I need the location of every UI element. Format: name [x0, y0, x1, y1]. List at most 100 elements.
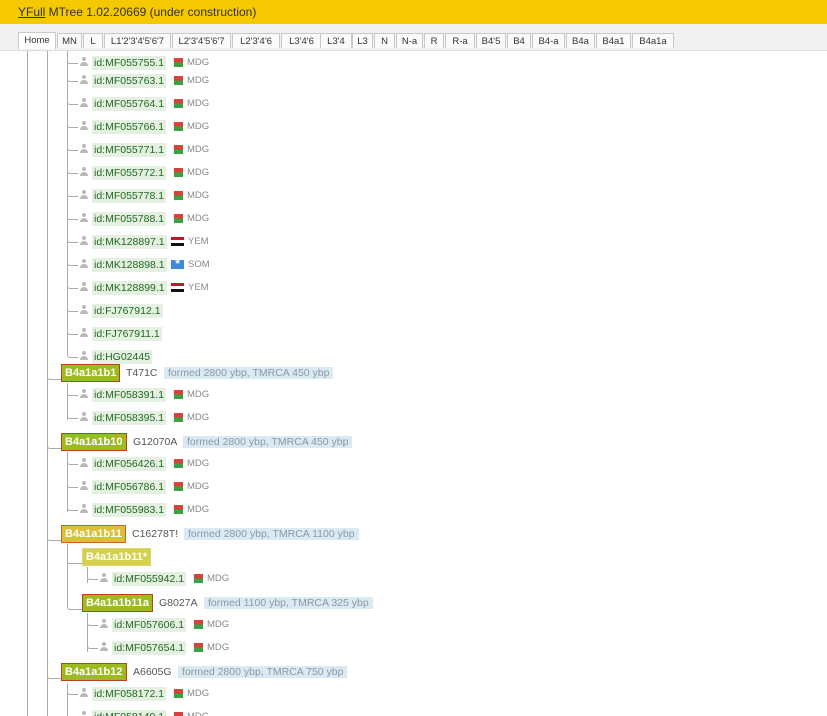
sample-id-link[interactable]: id:MF055942.1	[112, 572, 187, 586]
sample-id-link[interactable]: id:MK128899.1	[92, 281, 167, 295]
person-icon	[79, 711, 89, 716]
sample-id-link[interactable]: id:FJ767912.1	[92, 304, 163, 318]
tab-l[interactable]: L	[83, 33, 103, 48]
yfull-home-link[interactable]: YFull	[18, 5, 45, 19]
tab-r[interactable]: R	[424, 33, 444, 48]
haplogroup-label[interactable]: B4a1a1b11*	[82, 548, 152, 566]
page-title: YFull MTree 1.02.20669 (under constructi…	[18, 5, 256, 19]
sample-id-link[interactable]: id:MF055778.1	[92, 189, 167, 203]
country-code: MDG	[187, 412, 210, 423]
tab-n-a[interactable]: N-a	[396, 33, 423, 48]
tree-elbow	[67, 600, 82, 610]
sample-id-link[interactable]: id:MF055766.1	[92, 120, 167, 134]
sample-id-link[interactable]: id:MF055983.1	[92, 503, 167, 517]
flag-mdg-icon	[190, 574, 203, 583]
sample-id-link[interactable]: id:FJ767911.1	[92, 327, 162, 341]
person-icon	[79, 121, 89, 132]
sample-id-link[interactable]: id:MF055788.1	[92, 212, 167, 226]
sample-id-link[interactable]: id:MF056426.1	[92, 457, 167, 471]
country-code: MDG	[187, 688, 210, 699]
person-icon	[79, 57, 89, 68]
sample-id-link[interactable]: id:MF058395.1	[92, 411, 167, 425]
flag-mdg-icon	[190, 643, 203, 652]
tree-elbow	[87, 639, 98, 649]
tree-elbow	[87, 570, 98, 580]
tab-home[interactable]: Home	[18, 32, 56, 49]
country-code: MDG	[187, 504, 210, 515]
flag-mdg-icon	[190, 620, 203, 629]
person-icon	[99, 642, 109, 653]
country-code: MDG	[187, 57, 210, 68]
tab-mn[interactable]: MN	[57, 33, 82, 48]
sample-id-link[interactable]: id:MF058172.1	[92, 687, 167, 701]
sample-id-link[interactable]: id:MF057654.1	[112, 641, 187, 655]
tree-elbow	[67, 210, 78, 220]
haplogroup-label[interactable]: B4a1a1b11a	[82, 594, 153, 612]
sample-id-link[interactable]: id:MF058149.1	[92, 710, 167, 716]
sample-id-link[interactable]: id:HG02445	[92, 350, 153, 364]
sample-id-link[interactable]: id:MK128898.1	[92, 258, 167, 272]
snp-marker: G8027A	[159, 597, 198, 609]
tree-elbow	[47, 531, 62, 541]
tree-elbow	[67, 455, 78, 465]
person-icon	[79, 259, 89, 270]
person-icon	[79, 328, 89, 339]
flag-mdg-icon	[170, 689, 183, 698]
sample-id-link[interactable]: id:MF055771.1	[92, 143, 167, 157]
tree-elbow	[67, 141, 78, 151]
haplogroup-label[interactable]: B4a1a1b11	[61, 525, 126, 543]
sample-id-link[interactable]: id:MF055763.1	[92, 74, 167, 88]
person-icon	[79, 305, 89, 316]
sample-id-link[interactable]: id:MF055764.1	[92, 97, 167, 111]
tab-b4-5[interactable]: B4'5	[476, 33, 506, 48]
tab-r-a[interactable]: R-a	[445, 33, 475, 48]
country-code: MDG	[207, 619, 230, 630]
tab-b4a[interactable]: B4a	[566, 33, 595, 48]
flag-mdg-icon	[170, 482, 183, 491]
tab-l2-3-4-5-6-7[interactable]: L2'3'4'5'6'7	[172, 33, 231, 48]
haplogroup-label[interactable]: B4a1a1b10	[61, 433, 127, 451]
sample-id-link[interactable]: id:MF056786.1	[92, 480, 167, 494]
tab-b4-a[interactable]: B4-a	[532, 33, 565, 48]
country-code: YEM	[188, 282, 209, 293]
flag-som-icon	[171, 260, 184, 269]
country-code: MDG	[187, 121, 210, 132]
person-icon	[79, 213, 89, 224]
tree-elbow	[67, 233, 78, 243]
sample-id-link[interactable]: id:MF055772.1	[92, 166, 167, 180]
tab-l3[interactable]: L3	[352, 33, 373, 48]
tab-l3-4[interactable]: L3'4	[320, 33, 352, 48]
sample-id-link[interactable]: id:MF058391.1	[92, 388, 167, 402]
haplogroup-label[interactable]: B4a1a1b1	[61, 364, 121, 382]
flag-mdg-icon	[170, 712, 183, 716]
age-estimate-badge: formed 1100 ybp, TMRCA 325 ybp	[204, 597, 373, 609]
age-estimate-badge: formed 2800 ybp, TMRCA 750 ybp	[178, 666, 348, 678]
tab-b4a1a[interactable]: B4a1a	[632, 33, 674, 48]
flag-mdg-icon	[170, 58, 183, 67]
country-code: MDG	[187, 144, 210, 155]
person-icon	[79, 190, 89, 201]
tree-elbow	[67, 118, 78, 128]
sample-id-link[interactable]: id:MF057606.1	[112, 618, 187, 632]
tree-elbow	[67, 386, 78, 396]
haplogroup-label[interactable]: B4a1a1b12	[61, 663, 127, 681]
flag-yem-icon	[171, 283, 184, 292]
tab-l1-2-3-4-5-6-7[interactable]: L1'2'3'4'5'6'7	[104, 33, 171, 48]
country-code: MDG	[207, 642, 230, 653]
tree-elbow	[67, 685, 78, 695]
tree-elbow	[67, 478, 78, 488]
person-icon	[79, 144, 89, 155]
sample-id-link[interactable]: id:MF055755.1	[92, 56, 167, 70]
tab-n[interactable]: N	[374, 33, 395, 48]
tab-l3-4-6[interactable]: L3'4'6	[281, 33, 322, 48]
tab-b4a1[interactable]: B4a1	[596, 33, 631, 48]
person-icon	[79, 389, 89, 400]
tree-elbow	[47, 370, 62, 380]
tab-l2-3-4-6[interactable]: L2'3'4'6	[232, 33, 280, 48]
flag-mdg-icon	[170, 505, 183, 514]
age-estimate-badge: formed 2800 ybp, TMRCA 450 ybp	[164, 367, 334, 379]
tab-b4[interactable]: B4	[507, 33, 531, 48]
sample-id-link[interactable]: id:MK128897.1	[92, 235, 167, 249]
country-code: YEM	[188, 236, 209, 247]
tree-elbow	[67, 279, 78, 289]
